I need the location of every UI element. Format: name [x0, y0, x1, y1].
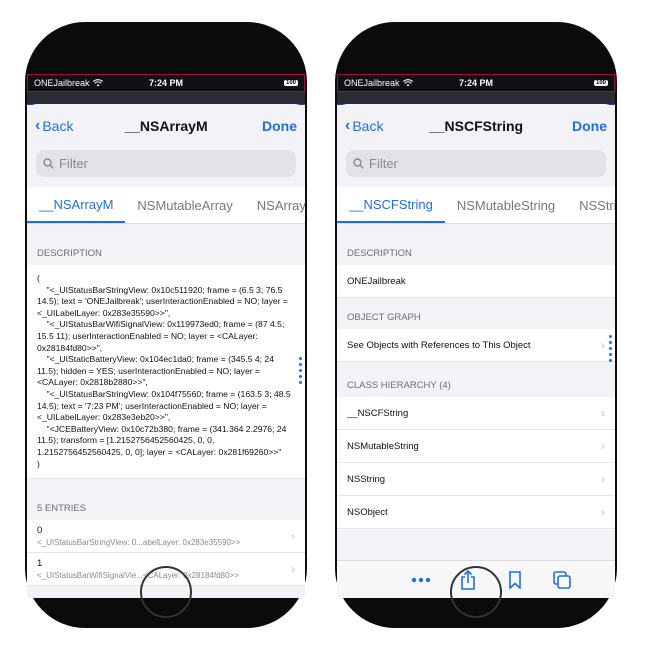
screen-right: ONEJailbreak 7:24 PM 100 ‹ Back __NSCFSt…: [337, 74, 615, 598]
wifi-icon: [402, 79, 413, 87]
description-cell: ( "<_UIStatusBarStringView: 0x10c511920;…: [27, 265, 305, 480]
tabs-icon[interactable]: [549, 567, 575, 593]
nav-bar: ‹ Back __NSArrayM Done: [27, 104, 305, 148]
class-name: __NSCFString: [347, 407, 409, 419]
carrier-label: ONEJailbreak: [344, 78, 400, 88]
list-item[interactable]: NSString ›: [337, 463, 615, 496]
chevron-right-icon: ›: [291, 562, 295, 577]
back-label: Back: [352, 118, 384, 134]
object-references-row[interactable]: See Objects with References to This Obje…: [337, 329, 615, 362]
search-placeholder: Filter: [369, 156, 398, 171]
explorer-sheet: ‹ Back __NSCFString Done Filter __NSCFSt…: [337, 104, 615, 598]
description-value-row: ONEJailbreak: [337, 265, 615, 298]
tab-nscfstring[interactable]: __NSCFString: [337, 187, 445, 223]
chevron-right-icon: ›: [601, 338, 605, 352]
scroll-indicator[interactable]: [609, 335, 612, 362]
search-input[interactable]: Filter: [36, 150, 296, 177]
chevron-right-icon: ›: [601, 505, 605, 519]
phone-left: ONEJailbreak 7:24 PM 100 ‹ Back __NSArra…: [25, 22, 307, 628]
home-button[interactable]: [450, 566, 502, 618]
carrier-label: ONEJailbreak: [34, 78, 90, 88]
battery-icon: 100: [593, 80, 608, 86]
object-graph-header: OBJECT GRAPH: [347, 312, 421, 323]
description-header: DESCRIPTION: [347, 248, 412, 259]
list-item[interactable]: NSObject ›: [337, 496, 615, 529]
chevron-right-icon: ›: [601, 472, 605, 486]
done-button[interactable]: Done: [262, 118, 297, 134]
tab-nsmutablearray[interactable]: NSMutableArray: [125, 187, 244, 223]
tab-nsarray[interactable]: NSArray: [245, 187, 305, 223]
entry-index: 0: [37, 525, 43, 537]
list-item[interactable]: __NSCFString ›: [337, 397, 615, 430]
status-bar: ONEJailbreak 7:24 PM 100: [337, 74, 615, 92]
class-tabs: __NSArrayM NSMutableArray NSArray: [27, 187, 305, 224]
list-item[interactable]: NSMutableString ›: [337, 430, 615, 463]
class-hierarchy-header: CLASS HIERARCHY (4): [347, 380, 451, 391]
list-item[interactable]: 0 <_UIStatusBarStringView: 0...abelLayer…: [27, 520, 305, 554]
home-button[interactable]: [140, 566, 192, 618]
back-button[interactable]: ‹ Back: [35, 117, 73, 135]
chevron-right-icon: ›: [291, 529, 295, 544]
explorer-sheet: ‹ Back __NSArrayM Done Filter __NSArrayM…: [27, 104, 305, 598]
class-tabs: __NSCFString NSMutableString NSString: [337, 187, 615, 224]
chevron-right-icon: ›: [601, 406, 605, 420]
chevron-right-icon: ›: [601, 439, 605, 453]
nav-bar: ‹ Back __NSCFString Done: [337, 104, 615, 148]
class-name: NSMutableString: [347, 440, 419, 452]
description-header: DESCRIPTION: [37, 248, 102, 259]
phone-right: ONEJailbreak 7:24 PM 100 ‹ Back __NSCFSt…: [335, 22, 617, 628]
search-icon: [43, 158, 54, 169]
wifi-icon: [92, 79, 103, 87]
done-button[interactable]: Done: [572, 118, 607, 134]
entries-header: 5 ENTRIES: [37, 503, 87, 515]
chevron-left-icon: ‹: [345, 117, 351, 134]
bookmark-icon[interactable]: [502, 567, 528, 593]
description-text: ( "<_UIStatusBarStringView: 0x10c511920;…: [37, 273, 291, 469]
more-icon[interactable]: [408, 567, 434, 593]
back-label: Back: [42, 118, 74, 134]
tab-nsstring[interactable]: NSString: [567, 187, 615, 223]
battery-icon: 100: [283, 80, 298, 86]
search-input[interactable]: Filter: [346, 150, 606, 177]
chevron-left-icon: ‹: [35, 117, 41, 134]
tab-nsmutablestring[interactable]: NSMutableString: [445, 187, 567, 223]
status-bar: ONEJailbreak 7:24 PM 100: [27, 74, 305, 92]
class-name: NSString: [347, 473, 386, 485]
tab-nsarraym[interactable]: __NSArrayM: [27, 187, 126, 223]
search-placeholder: Filter: [59, 156, 88, 171]
class-name: NSObject: [347, 506, 388, 518]
description-value: ONEJailbreak: [347, 275, 406, 287]
screen-left: ONEJailbreak 7:24 PM 100 ‹ Back __NSArra…: [27, 74, 305, 598]
search-icon: [353, 158, 364, 169]
object-references-label: See Objects with References to This Obje…: [347, 339, 531, 351]
back-button[interactable]: ‹ Back: [345, 117, 383, 135]
scroll-indicator[interactable]: [299, 357, 302, 384]
entry-value: <_UIStatusBarStringView: 0...abelLayer: …: [37, 538, 241, 548]
